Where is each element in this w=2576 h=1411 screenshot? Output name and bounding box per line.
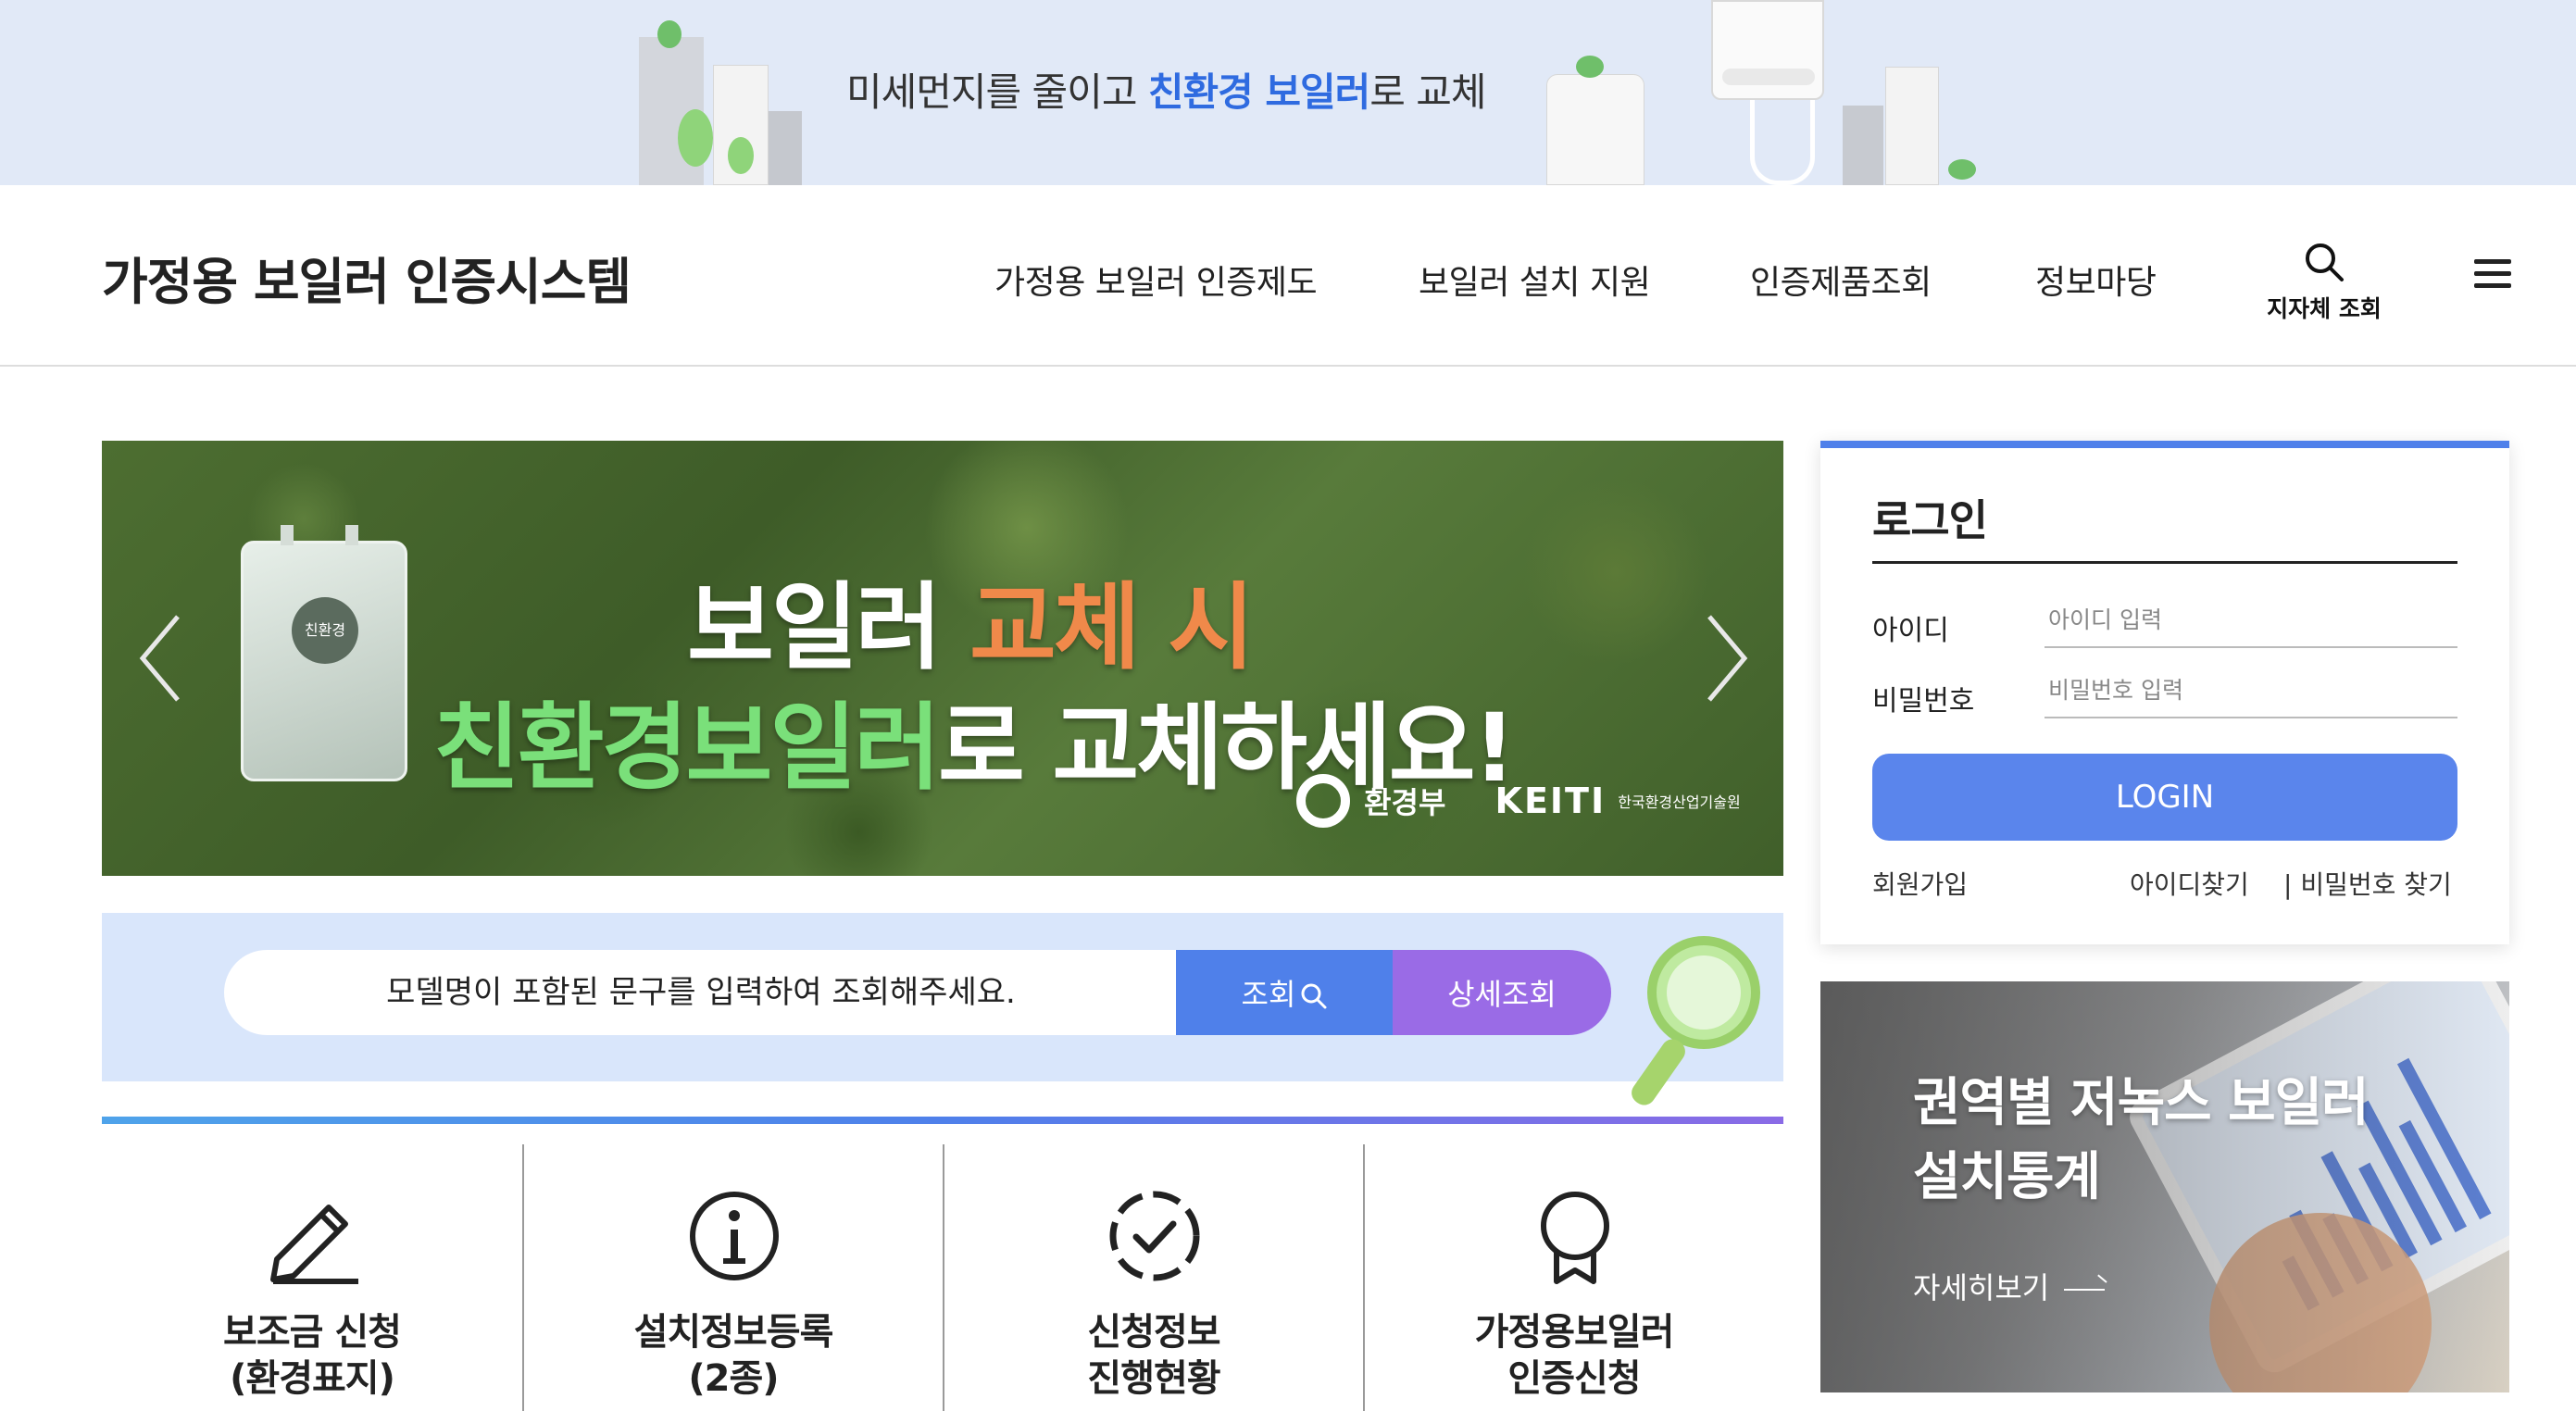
tree-illustration: [657, 20, 682, 48]
hamburger-menu-icon[interactable]: [2474, 259, 2511, 291]
building-illustration: [1843, 106, 1883, 185]
stats-card-title: 권역별 저녹스 보일러 설치통계: [1913, 1073, 2370, 1207]
ministry-logo-text: 환경부: [1364, 785, 1446, 820]
pencil-icon: [270, 1205, 358, 1284]
boiler-illustration: [1711, 0, 1824, 100]
site-title[interactable]: 가정용 보일러 인증시스템: [102, 241, 631, 314]
detail-search-button[interactable]: 상세조회: [1393, 950, 1611, 1035]
product-search-section: 조회 상세조회: [102, 913, 1783, 1105]
id-label: 아이디: [1872, 615, 1949, 647]
local-gov-search-button[interactable]: 지자체 조회: [2259, 241, 2389, 324]
plant-illustration: [1576, 56, 1604, 78]
magnifier-illustration-icon: [1632, 936, 1760, 1105]
hero-line2-green: 친환경보일러: [433, 693, 941, 804]
hero-line1-orange: 교체 시: [969, 573, 1255, 683]
ministry-logo-icon: [1296, 774, 1350, 828]
banner-slogan-part2: 로 교체: [1369, 69, 1486, 115]
top-promo-banner[interactable]: 미세먼지를 줄이고 친환경 보일러로 교체: [0, 0, 2576, 185]
hero-headline-line1: 보일러 교체 시: [687, 552, 1255, 688]
regional-stats-card[interactable]: 권역별 저녹스 보일러 설치통계 자세히보기: [1820, 981, 2509, 1392]
login-button[interactable]: LOGIN: [1872, 754, 2457, 841]
carousel-next-button[interactable]: [1693, 607, 1757, 709]
banner-slogan: 미세먼지를 줄이고 친환경 보일러로 교체: [846, 61, 1487, 118]
institute-logo-subtext: 한국환경산업기술원: [1618, 793, 1741, 811]
id-input[interactable]: [2045, 593, 2457, 648]
boiler-control-panel: [1722, 69, 1815, 85]
plant-illustration: [1948, 159, 1976, 180]
search-button[interactable]: 조회: [1176, 950, 1394, 1035]
site-header: 가정용 보일러 인증시스템 가정용 보일러 인증제도 보일러 설치 지원 인증제…: [0, 185, 2576, 367]
model-search-input[interactable]: [224, 950, 1178, 1035]
password-label: 비밀번호: [1872, 685, 1975, 718]
quick-link-label: 신청정보 진행현황: [1087, 1311, 1220, 1400]
hero-carousel[interactable]: 친환경 보일러 교체 시 친환경보일러로 교체하세요! 환경부 KEITI 한국…: [102, 441, 1783, 876]
nav-certified-products[interactable]: 인증제품조회: [1750, 256, 1932, 304]
find-password-link[interactable]: | 비밀번호 찾기: [2283, 865, 2452, 902]
banner-slogan-part1: 미세먼지를 줄이고: [846, 69, 1148, 115]
search-icon: [2306, 243, 2344, 281]
arrow-right-icon: [2064, 1289, 2106, 1291]
local-gov-search-label: 지자체 조회: [2267, 295, 2382, 322]
search-button-label: 조회: [1241, 977, 1296, 1012]
quick-link-certification-application[interactable]: 가정용보일러 인증신청: [1363, 1144, 1783, 1411]
search-icon: [1301, 983, 1327, 1009]
stats-more-label: 자세히보기: [1913, 1270, 2050, 1305]
building-illustration: [769, 111, 802, 185]
menu-line: [2474, 283, 2511, 288]
pipe-illustration: [1750, 100, 1815, 185]
carousel-prev-button[interactable]: [130, 607, 194, 709]
quick-link-subsidy-application[interactable]: 보조금 신청 (환경표지): [102, 1144, 522, 1411]
quick-link-label: 설치정보등록 (2종): [633, 1311, 834, 1400]
login-title: 로그인: [1872, 487, 2457, 564]
menu-line: [2474, 271, 2511, 276]
tree-illustration: [678, 109, 713, 167]
air-purifier-illustration: [1546, 74, 1644, 185]
eco-badge: 친환경: [292, 597, 358, 664]
quick-link-installation-registration[interactable]: 설치정보등록 (2종): [522, 1144, 943, 1411]
chevron-right-icon: [1707, 615, 1748, 702]
nav-information[interactable]: 정보마당: [2035, 256, 2157, 304]
stats-more-link[interactable]: 자세히보기: [1913, 1265, 2106, 1307]
tree-illustration: [728, 137, 754, 174]
nav-installation-support[interactable]: 보일러 설치 지원: [1419, 256, 1651, 304]
hero-logos: 환경부 KEITI 한국환경산업기술원: [1296, 774, 1741, 830]
quick-links-panel: 보조금 신청 (환경표지) 설치정보등록 (2종) 신청정보 진행현황 가정용보…: [102, 1117, 1783, 1411]
nav-certification-system[interactable]: 가정용 보일러 인증제도: [994, 256, 1318, 304]
building-illustration: [1885, 67, 1939, 185]
eco-boiler-image: 친환경: [241, 525, 407, 781]
signup-link[interactable]: 회원가입: [1872, 865, 1968, 902]
quick-links-accent-bar: [102, 1117, 1783, 1124]
institute-logo-text: KEITI: [1494, 780, 1607, 821]
boiler-pipe: [281, 525, 294, 545]
boiler-pipe: [345, 525, 358, 545]
quick-link-label: 가정용보일러 인증신청: [1474, 1311, 1675, 1400]
quick-link-label: 보조금 신청 (환경표지): [223, 1311, 402, 1400]
award-badge-icon: [1541, 1192, 1609, 1284]
info-icon: [690, 1192, 779, 1280]
quick-link-application-status[interactable]: 신청정보 진행현황: [943, 1144, 1363, 1411]
check-circle-icon: [1109, 1191, 1200, 1281]
chevron-left-icon: [139, 615, 180, 702]
find-id-link[interactable]: 아이디찾기: [2130, 865, 2249, 902]
password-input[interactable]: [2045, 663, 2457, 718]
hero-line1-white: 보일러: [687, 573, 970, 683]
menu-line: [2474, 259, 2511, 264]
login-panel: 로그인 아이디 비밀번호 LOGIN 회원가입 아이디찾기 | 비밀번호 찾기: [1820, 441, 2509, 944]
banner-slogan-highlight: 친환경 보일러: [1147, 69, 1370, 115]
